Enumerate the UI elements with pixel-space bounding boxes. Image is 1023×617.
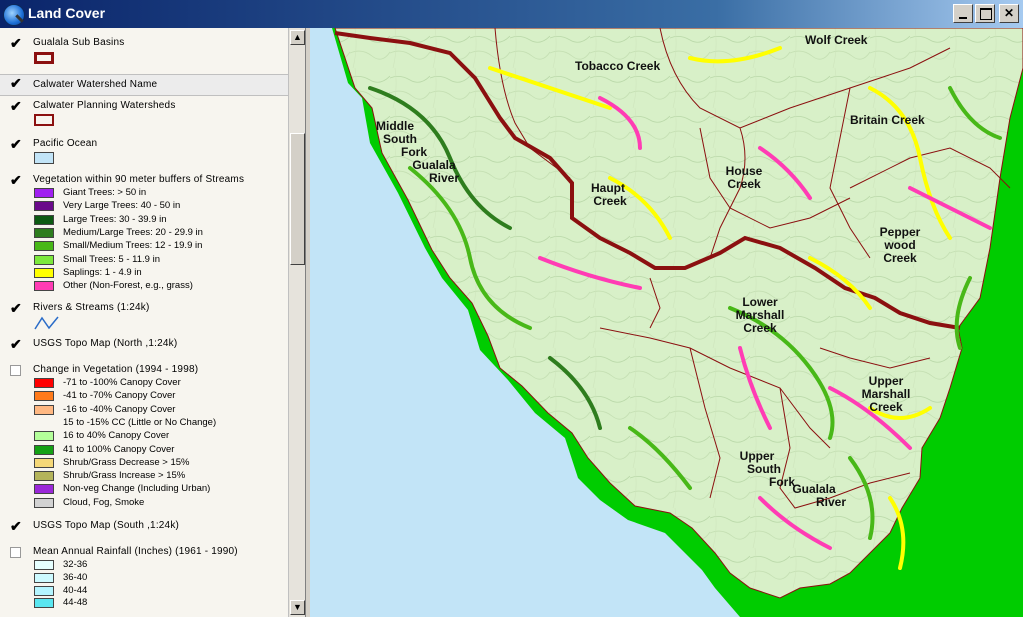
vegetation-legend-label: Other (Non-Forest, e.g., grass) [63,280,193,292]
globe-search-icon [3,4,25,26]
polygon-swatch [34,52,54,64]
layer-checkbox-checked[interactable]: ✔ [10,137,23,151]
layer-mean-annual-rainfall[interactable]: Mean Annual Rainfall (Inches) (1961 - 19… [0,544,288,617]
rainfall-legend-swatch [34,585,54,596]
vegetation-legend-swatch [34,188,54,198]
change-legend-label: Cloud, Fog, Smoke [63,496,145,508]
vegetation-legend-label: Small/Medium Trees: 12 - 19.9 in [63,240,203,252]
maximize-button[interactable] [975,4,995,23]
layer-checkbox-checked[interactable]: ✔ [10,173,23,187]
rainfall-legend-swatch [34,572,54,583]
scroll-thumb[interactable] [290,133,305,265]
vegetation-legend-label: Large Trees: 30 - 39.9 in [63,213,167,225]
layer-gualala-sub-basins[interactable]: ✔ Gualala Sub Basins [0,35,288,71]
table-of-contents: ✔ Gualala Sub Basins ✔ Calwater Watershe… [0,28,291,617]
change-legend-swatch [34,391,54,402]
layer-pacific-ocean[interactable]: ✔ Pacific Ocean [0,136,288,166]
layer-checkbox-checked[interactable]: ✔ [10,99,23,113]
layer-checkbox-checked[interactable]: ✔ [10,519,23,533]
vegetation-legend-label: Very Large Trees: 40 - 50 in [63,200,181,212]
vegetation-legend-label: Saplings: 1 - 4.9 in [63,266,142,278]
rainfall-legend-label: 40-44 [63,584,88,596]
ocean-swatch [34,152,54,164]
vegetation-legend-label: Giant Trees: > 50 in [63,187,147,198]
map-view[interactable]: Wolf Creek Tobacco Creek Middle South Fork… [310,28,1023,617]
window-title: Land Cover [28,5,106,21]
change-legend-label: -41 to -70% Canopy Cover [63,390,176,402]
change-legend-label: -71 to -100% Canopy Cover [63,377,181,388]
vegetation-legend-swatch [34,214,54,225]
minimize-button[interactable] [953,4,973,23]
change-legend-swatch [34,471,54,482]
layer-label: Rivers & Streams (1:24k) [33,302,150,313]
layer-label: Gualala Sub Basins [33,37,125,48]
rainfall-legend-label: 44-48 [63,597,88,609]
layer-label: Vegetation within 90 meter buffers of St… [33,174,245,185]
layer-calwater-planning-watersheds[interactable]: ✔ Calwater Planning Watersheds [0,98,288,130]
vegetation-legend-swatch [34,267,54,278]
title-bar[interactable]: Land Cover ✕ [0,0,1023,28]
layer-label: Calwater Planning Watersheds [33,100,176,111]
map-label-britain-creek: Britain Creek [850,113,925,127]
layer-checkbox-unchecked[interactable] [10,547,21,558]
change-legend-swatch [34,444,54,455]
scroll-down-arrow-icon[interactable]: ▼ [290,600,305,615]
layer-usgs-topo-south[interactable]: ✔ USGS Topo Map (South ,1:24k) [0,518,288,536]
change-legend-label: 15 to -15% CC (Little or No Change) [63,416,217,428]
vegetation-legend-swatch [34,227,54,238]
rainfall-legend-label: 32-36 [63,559,88,570]
vegetation-legend-swatch [34,241,54,252]
change-legend-swatch [34,497,54,508]
layer-checkbox-checked[interactable]: ✔ [10,36,23,50]
layer-label: Change in Vegetation (1994 - 1998) [33,364,199,375]
change-legend-swatch [34,457,54,468]
layer-checkbox-checked[interactable]: ✔ [10,76,23,90]
map-label-tobacco-creek: Tobacco Creek [575,59,660,73]
layer-label: USGS Topo Map (South ,1:24k) [33,520,180,531]
layer-change-in-vegetation[interactable]: Change in Vegetation (1994 - 1998) -71 t… [0,362,288,512]
layer-checkbox-unchecked[interactable] [10,365,21,376]
map-label-wolf-creek: Wolf Creek [805,33,868,47]
vegetation-legend-swatch [34,254,54,265]
line-swatch-icon [34,316,59,330]
change-legend-label: 41 to 100% Canopy Cover [63,443,175,455]
layer-label: USGS Topo Map (North ,1:24k) [33,338,178,349]
layer-checkbox-checked[interactable]: ✔ [10,301,23,315]
scroll-up-arrow-icon[interactable]: ▲ [290,30,305,45]
map-label-haupt-creek: Haupt Creek [591,181,627,208]
change-legend-swatch [34,431,54,442]
vegetation-legend-label: Small Trees: 5 - 11.9 in [63,253,160,265]
vegetation-legend-swatch [34,201,54,212]
change-legend-label: Shrub/Grass Increase > 15% [63,470,186,482]
vegetation-legend-swatch [34,281,54,292]
change-legend-swatch [34,378,54,388]
change-legend-label: -16 to -40% Canopy Cover [63,403,176,415]
map-label-house-creek: House Creek [726,164,763,191]
rainfall-legend-swatch [34,560,54,570]
layer-vegetation-buffers[interactable]: ✔ Vegetation within 90 meter buffers of … [0,172,288,298]
map-canvas[interactable]: Wolf Creek Tobacco Creek Middle South Fork… [310,28,1023,617]
close-button[interactable]: ✕ [999,4,1019,23]
rainfall-legend-label: 36-40 [63,571,88,583]
layer-label: Pacific Ocean [33,138,98,149]
layer-calwater-watershed-name[interactable]: ✔ Calwater Watershed Name [0,74,288,96]
vegetation-legend-label: Medium/Large Trees: 20 - 29.9 in [63,226,203,238]
change-legend-label: 16 to 40% Canopy Cover [63,430,170,442]
change-legend-swatch [34,404,54,415]
layer-label: Mean Annual Rainfall (Inches) (1961 - 19… [33,546,238,557]
change-legend-swatch [34,484,54,495]
layer-rivers-streams[interactable]: ✔ Rivers & Streams (1:24k) [0,300,288,334]
toc-scrollbar[interactable]: ▲ ▼ [288,28,306,617]
change-legend-label: Shrub/Grass Decrease > 15% [63,456,190,468]
polygon-swatch [34,114,54,126]
map-label-pepperwood-creek: Pepper wood Creek [880,225,921,265]
change-legend-label: Non-veg Change (Including Urban) [63,483,211,495]
layer-usgs-topo-north[interactable]: ✔ USGS Topo Map (North ,1:24k) [0,336,288,354]
layer-label: Calwater Watershed Name [33,79,158,90]
layer-checkbox-checked[interactable]: ✔ [10,337,23,351]
rainfall-legend-swatch [34,598,54,609]
